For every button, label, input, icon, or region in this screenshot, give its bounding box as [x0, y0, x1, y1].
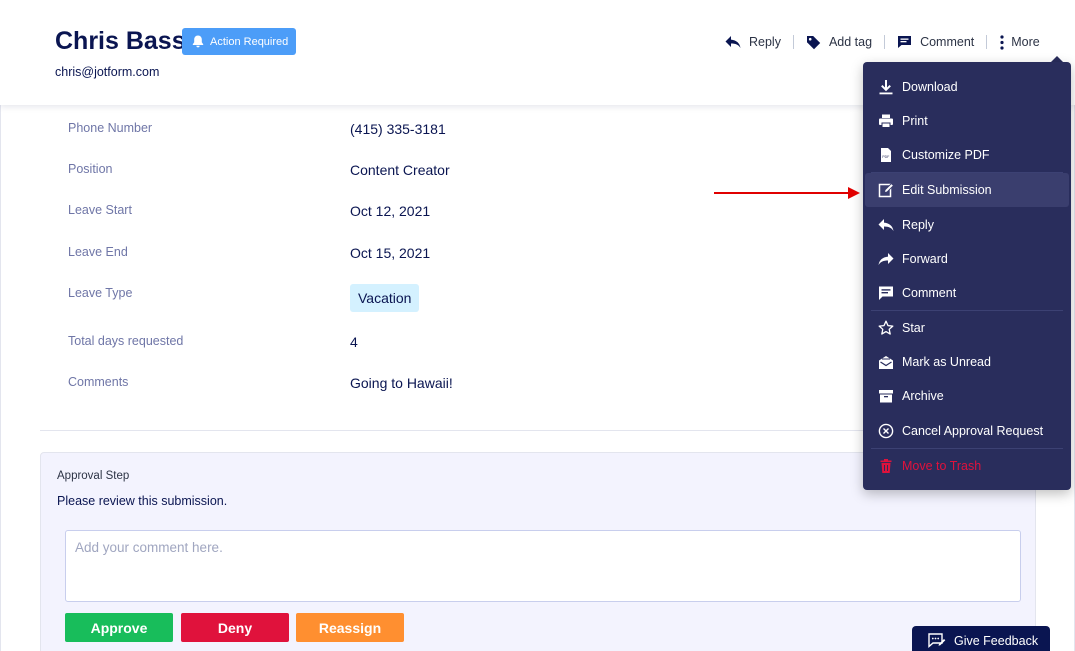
- field-label: Leave End: [68, 245, 128, 259]
- menu-item-move-to-trash[interactable]: Move to Trash: [871, 449, 1063, 483]
- pdf-icon: PDF: [881, 148, 891, 162]
- more-dropdown-menu: Download Print PDF Customize PDF Edit Su…: [863, 62, 1071, 490]
- reply-label: Reply: [749, 35, 781, 49]
- header-actions: Reply Add tag Comment More: [725, 32, 1040, 52]
- field-value: (415) 335-3181: [350, 121, 446, 137]
- comment-icon: [898, 36, 912, 48]
- approval-step-title: Approval Step: [57, 470, 130, 482]
- comment-label: Comment: [920, 35, 975, 49]
- more-label: More: [1011, 35, 1040, 49]
- menu-item-star[interactable]: Star: [871, 311, 1063, 345]
- trash-icon: [880, 459, 892, 473]
- vertical-dots-icon: [1000, 34, 1004, 50]
- archive-icon: [879, 390, 893, 403]
- badge-label: Action Required: [210, 35, 289, 48]
- field-value: Oct 12, 2021: [350, 203, 431, 219]
- bell-icon: [192, 35, 204, 48]
- menu-item-comment[interactable]: Comment: [871, 276, 1063, 310]
- reassign-button[interactable]: Reassign: [296, 613, 404, 642]
- deny-button[interactable]: Deny: [181, 613, 289, 642]
- field-value: 4: [350, 334, 358, 350]
- menu-item-label: Reply: [902, 218, 934, 232]
- forward-icon: [878, 253, 894, 265]
- download-icon: [879, 80, 893, 95]
- field-row: Total days requested 4: [68, 334, 848, 364]
- more-action[interactable]: More: [999, 34, 1040, 50]
- menu-item-label: Archive: [902, 389, 944, 403]
- menu-item-mark-unread[interactable]: Mark as Unread: [871, 345, 1063, 379]
- reply-action[interactable]: Reply: [725, 35, 781, 49]
- tag-icon: [806, 35, 821, 49]
- submitter-email: chris@jotform.com: [55, 65, 160, 79]
- action-separator: [884, 35, 886, 49]
- field-row: Leave Start Oct 12, 2021: [68, 203, 848, 233]
- comment-action[interactable]: Comment: [897, 35, 974, 49]
- add-tag-label: Add tag: [828, 35, 873, 49]
- field-row: Leave End Oct 15, 2021: [68, 245, 848, 275]
- approval-comment-input[interactable]: [65, 530, 1021, 602]
- menu-item-cancel-approval[interactable]: Cancel Approval Request: [871, 414, 1063, 448]
- field-row: Leave Type Vacation: [68, 284, 848, 316]
- menu-item-label: Customize PDF: [902, 148, 990, 162]
- approve-button[interactable]: Approve: [65, 613, 173, 642]
- field-value: Going to Hawaii!: [350, 375, 453, 391]
- leave-type-tag: Vacation: [350, 284, 420, 312]
- cancel-circle-icon: [878, 423, 894, 439]
- menu-item-label: Mark as Unread: [902, 355, 991, 369]
- field-row: Phone Number (415) 335-3181: [68, 121, 848, 151]
- menu-item-label: Cancel Approval Request: [902, 424, 1044, 438]
- give-feedback-label: Give Feedback: [954, 634, 1039, 648]
- star-icon: [878, 320, 894, 335]
- menu-item-label: Move to Trash: [902, 459, 982, 473]
- submitter-name: Chris Bass: [55, 27, 186, 55]
- svg-text:PDF: PDF: [882, 155, 890, 159]
- red-arrow-icon: [714, 187, 860, 199]
- field-value: Vacation: [350, 284, 420, 312]
- menu-item-print[interactable]: Print: [871, 104, 1063, 138]
- reply-icon: [725, 36, 741, 48]
- feedback-chat-icon: [928, 633, 946, 649]
- menu-item-archive[interactable]: Archive: [871, 379, 1063, 413]
- reply-icon: [878, 219, 894, 231]
- field-label: Comments: [68, 375, 129, 389]
- menu-item-forward[interactable]: Forward: [871, 242, 1063, 276]
- action-required-badge: Action Required: [182, 28, 296, 55]
- action-separator: [792, 35, 794, 49]
- field-label: Phone Number: [68, 121, 153, 135]
- menu-item-label: Star: [902, 321, 925, 335]
- field-label: Leave Type: [68, 286, 133, 300]
- field-row: Comments Going to Hawaii!: [68, 375, 848, 405]
- menu-item-edit-submission[interactable]: Edit Submission: [865, 173, 1069, 207]
- action-separator: [986, 35, 988, 49]
- field-label: Leave Start: [68, 203, 132, 217]
- comment-icon: [879, 286, 893, 300]
- field-label: Position: [68, 162, 113, 176]
- give-feedback-button[interactable]: Give Feedback: [912, 626, 1050, 651]
- field-value: Content Creator: [350, 162, 450, 178]
- menu-item-label: Forward: [902, 252, 948, 266]
- mark-unread-icon: [879, 356, 893, 369]
- menu-item-label: Download: [902, 80, 958, 94]
- approval-step-description: Please review this submission.: [57, 494, 228, 508]
- menu-item-customize-pdf[interactable]: PDF Customize PDF: [871, 138, 1063, 172]
- menu-item-label: Print: [902, 114, 928, 128]
- field-label: Total days requested: [68, 334, 184, 348]
- menu-item-label: Comment: [902, 286, 957, 300]
- menu-item-reply[interactable]: Reply: [871, 208, 1063, 242]
- edit-icon: [878, 183, 894, 198]
- menu-item-download[interactable]: Download: [871, 70, 1063, 104]
- menu-item-label: Edit Submission: [902, 183, 992, 197]
- field-value: Oct 15, 2021: [350, 245, 431, 261]
- print-icon: [879, 114, 893, 128]
- add-tag-action[interactable]: Add tag: [806, 35, 872, 50]
